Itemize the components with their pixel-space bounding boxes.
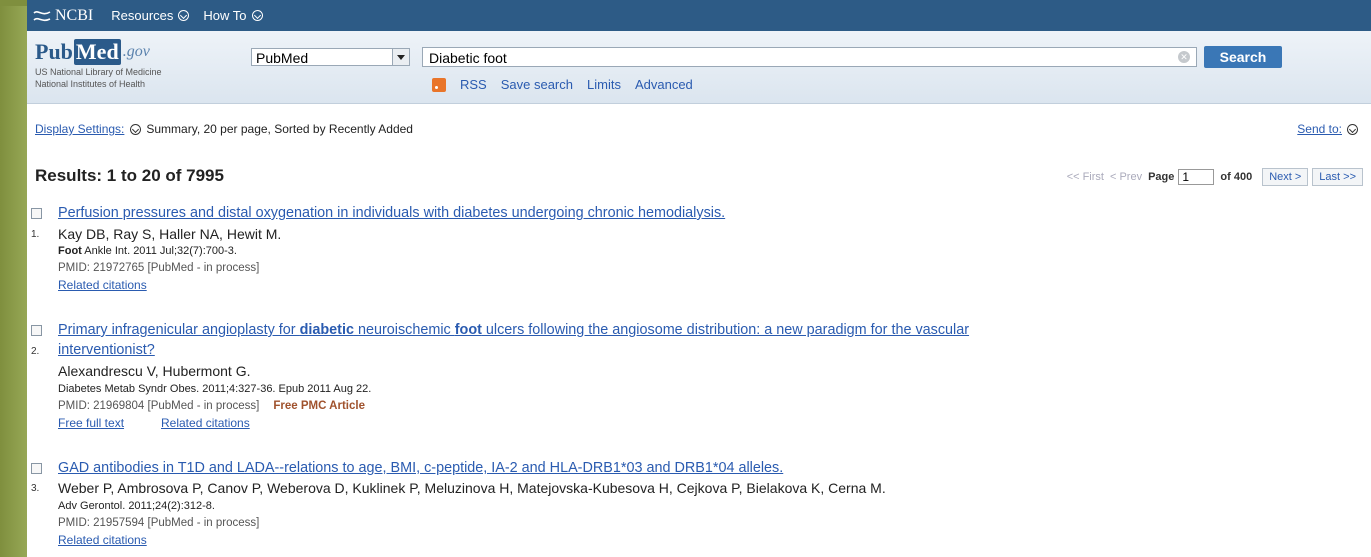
next-page-button[interactable]: Next > — [1262, 168, 1309, 186]
advanced-link[interactable]: Advanced — [635, 77, 693, 92]
page-label: Page — [1148, 171, 1175, 183]
ncbi-logo[interactable]: NCBI — [33, 7, 93, 25]
display-settings-value: Summary, 20 per page, Sorted by Recently… — [146, 122, 413, 136]
logo-pub: Pub — [35, 39, 73, 64]
display-settings-bar: Display Settings: Summary, 20 per page, … — [35, 122, 1363, 136]
chevron-down-icon — [1347, 123, 1358, 135]
search-sublinks: RSS Save search Limits Advanced — [432, 77, 707, 92]
chevron-down-icon — [251, 10, 263, 21]
result-pmid: PMID: 21957594 [PubMed - in process] — [58, 517, 260, 529]
display-settings-link[interactable]: Display Settings: — [35, 122, 124, 136]
result-checkbox[interactable] — [31, 463, 42, 474]
results-title: Results: 1 to 20 of 7995 — [35, 166, 224, 185]
prev-page-link[interactable]: < Prev — [1110, 171, 1142, 183]
org-line-2: National Institutes of Health — [35, 79, 146, 89]
pubmed-header: Pub Med .gov US National Library of Medici… — [27, 31, 1371, 104]
result-checkbox[interactable] — [31, 325, 42, 336]
free-pmc-badge[interactable]: Free PMC Article — [273, 400, 365, 412]
dropdown-arrow-icon — [392, 49, 409, 65]
last-page-button[interactable]: Last >> — [1312, 168, 1363, 186]
org-line-1: US National Library of Medicine — [35, 67, 162, 77]
title-part: ulcers following the angiosome distribut… — [481, 322, 970, 338]
related-citations-link[interactable]: Related citations — [58, 278, 147, 292]
result-journal: Diabetes Metab Syndr Obes. 2011;4:327-36… — [58, 383, 372, 395]
pubmed-logo[interactable]: Pub Med .gov US National Library of Medici… — [35, 39, 162, 89]
menu-how-to-label: How To — [203, 8, 247, 23]
result-title-link-line2[interactable]: interventionist? — [58, 342, 155, 358]
result-checkbox[interactable] — [31, 208, 42, 219]
pmid-text: PMID: 21969804 [PubMed - in process] — [58, 400, 260, 412]
rss-link[interactable]: RSS — [460, 77, 487, 92]
result-journal: Foot Ankle Int. 2011 Jul;32(7):700-3. — [58, 245, 237, 257]
ncbi-logo-text: NCBI — [55, 6, 94, 24]
title-part: neuroischemic — [353, 322, 455, 338]
page-number-input[interactable]: 1 — [1178, 169, 1215, 185]
send-to-link[interactable]: Send to: — [1297, 122, 1342, 136]
result-journal: Adv Gerontol. 2011;24(2):312-8. — [58, 500, 215, 512]
chevron-down-icon[interactable] — [130, 123, 142, 135]
send-to[interactable]: Send to: — [1297, 122, 1363, 136]
journal-rest: Ankle Int. 2011 Jul;32(7):700-3. — [81, 245, 237, 257]
logo-med: Med — [73, 39, 121, 65]
database-value: PubMed — [256, 50, 309, 66]
rss-icon[interactable] — [432, 77, 446, 92]
free-full-text-link[interactable]: Free full text — [58, 416, 124, 430]
ncbi-bar: NCBI Resources How To — [27, 0, 1371, 31]
pubmed-page: NCBI Resources How To Pub Med .gov US Nati… — [27, 0, 1371, 557]
result-authors: Weber P, Ambrosova P, Canov P, Weberova … — [58, 480, 886, 496]
related-citations-link[interactable]: Related citations — [161, 416, 250, 430]
search-value: Diabetic foot — [429, 50, 507, 66]
title-highlight: foot — [454, 322, 482, 338]
title-part: Primary infragenicular angioplasty for — [58, 322, 300, 338]
search-input[interactable]: Diabetic foot ✕ — [422, 47, 1197, 67]
pager: << First < Prev Page 1 of 400 Next > Las… — [1067, 168, 1363, 186]
menu-resources[interactable]: Resources — [111, 8, 190, 23]
result-authors: Kay DB, Ray S, Haller NA, Hewit M. — [58, 226, 282, 242]
database-select[interactable]: PubMed — [251, 48, 410, 66]
chevron-down-icon — [178, 10, 190, 21]
related-citations-link[interactable]: Related citations — [58, 533, 147, 547]
limits-link[interactable]: Limits — [587, 77, 621, 92]
search-button[interactable]: Search — [1204, 46, 1282, 68]
journal-highlight: Foot — [58, 245, 82, 257]
menu-resources-label: Resources — [111, 8, 174, 23]
result-pmid: PMID: 21969804 [PubMed - in process] Free… — [58, 400, 365, 412]
result-number: 3. — [31, 483, 40, 494]
result-pmid: PMID: 21972765 [PubMed - in process] — [58, 262, 260, 274]
logo-gov: .gov — [122, 43, 150, 60]
save-search-link[interactable]: Save search — [501, 77, 573, 92]
result-number: 2. — [31, 346, 40, 357]
result-title-link[interactable]: GAD antibodies in T1D and LADA--relation… — [58, 460, 783, 476]
clear-icon[interactable]: ✕ — [1178, 51, 1190, 63]
result-number: 1. — [31, 229, 40, 240]
page-count: of 400 — [1220, 171, 1253, 183]
result-authors: Alexandrescu V, Hubermont G. — [58, 363, 251, 379]
first-page-link[interactable]: << First — [1067, 171, 1104, 183]
title-highlight: diabetic — [299, 322, 354, 338]
result-title-link[interactable]: Primary infragenicular angioplasty for d… — [58, 322, 969, 338]
result-title-link[interactable]: Perfusion pressures and distal oxygenati… — [58, 205, 725, 221]
ncbi-helix-icon — [33, 10, 51, 21]
menu-how-to[interactable]: How To — [203, 8, 263, 23]
